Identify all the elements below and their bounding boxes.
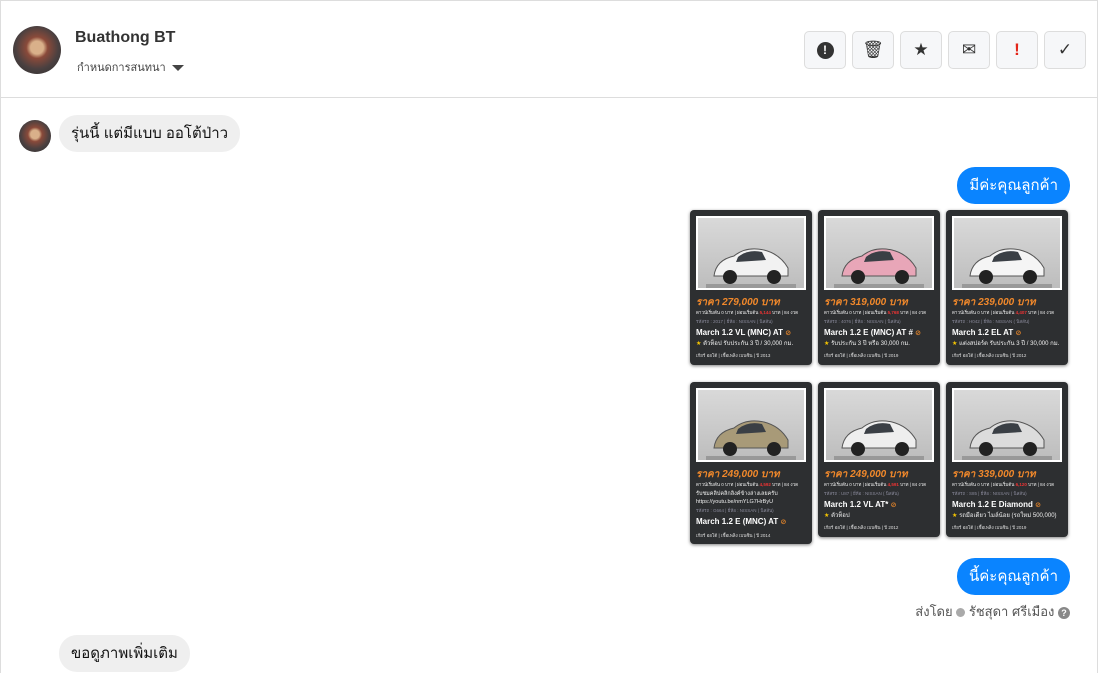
star-icon: ★ (913, 40, 929, 59)
car-image (962, 248, 1052, 288)
conversation-settings-dropdown[interactable]: กำหนดการสนทนา (77, 58, 184, 76)
car-specs: เกียร์ ออโต้ | เชื้อเพลิง เบนซิน | ปี 20… (696, 353, 771, 358)
car-price: ราคา 339,000 บาท (952, 469, 1036, 480)
car-photo (696, 216, 806, 290)
car-specs: เกียร์ ออโต้ | เชื้อเพลิง เบนซิน | ปี 20… (952, 525, 1027, 530)
car-payment: ดาวน์เริ่มต้น 0 บาท | ผ่อนเริ่มต้น 5,768… (824, 310, 927, 315)
conversation-header: Buathong BT กำหนดการสนทนา ! 🗑 ★ ✉! ✓ (0, 0, 1098, 98)
trash-icon: 🗑 (862, 40, 884, 59)
car-price: ราคา 249,000 บาท (824, 469, 908, 480)
car-card[interactable]: ราคา 239,000 บาท ดาวน์เริ่มต้น 0 บาท | ผ… (946, 210, 1068, 365)
car-video-link[interactable]: รับชมคลิปคลิกลิงค์ข้างล่างเลยครับ https:… (696, 490, 806, 507)
car-price: ราคา 279,000 บาท (696, 297, 780, 308)
car-photo (696, 388, 806, 462)
caret-down-icon (171, 65, 184, 72)
car-note: ★ รถมือเดียว ไมล์น้อย (รถใหม่ 500,000) (952, 513, 1057, 519)
outgoing-message: มีค่ะคุณลูกค้า (957, 167, 1070, 204)
car-specs: เกียร์ ออโต้ | เชื้อเพลิง เบนซิน | ปี 20… (824, 353, 899, 358)
car-tags: รหัสรถ : U87 | ยี่ห้อ : NISSAN ( นิสสัน) (824, 490, 899, 496)
car-payment: ดาวน์เริ่มต้น 0 บาท | ผ่อนเริ่มต้น 6,120… (952, 482, 1055, 487)
car-image (834, 248, 924, 288)
star-button[interactable]: ★ (900, 31, 942, 69)
outgoing-message: นี้ค่ะคุณลูกค้า (956, 558, 1070, 595)
car-title[interactable]: March 1.2 E Diamond ⊘ (952, 499, 1062, 512)
car-payment: ดาวน์เริ่มต้น 0 บาท | ผ่อนเริ่มต้น 4,591… (824, 482, 927, 487)
car-photo (952, 216, 1062, 290)
exclamation-icon: ! (1014, 40, 1020, 59)
help-icon[interactable]: ? (1058, 607, 1070, 619)
incoming-message: ขอดูภาพเพิ่มเติม (59, 635, 190, 672)
envelope-icon: ✉ (961, 40, 977, 59)
car-title[interactable]: March 1.2 VL (MNC) AT ⊘ (696, 327, 806, 340)
car-card[interactable]: ราคา 249,000 บาท ดาวน์เริ่มต้น 0 บาท | ผ… (690, 382, 812, 545)
mail-button[interactable]: ✉ (948, 31, 990, 69)
car-tags: รหัสรถ : 4076 | ยี่ห้อ : NISSAN ( นิสสัน… (824, 318, 901, 324)
alert-button[interactable]: ! (804, 31, 846, 69)
car-price: ราคา 319,000 บาท (824, 297, 908, 308)
car-note: ★ ตัวท็อป (824, 513, 850, 519)
car-tags: รหัสรถ : G664 | ยี่ห้อ : NISSAN ( นิสสัน… (696, 508, 774, 514)
sender-avatar (19, 120, 51, 152)
car-payment: ดาวน์เริ่มต้น 0 บาท | ผ่อนเริ่มต้น 4,407… (952, 310, 1055, 315)
delete-button[interactable]: 🗑 (852, 31, 894, 69)
contact-avatar[interactable] (13, 26, 61, 74)
important-button[interactable]: ! (996, 31, 1038, 69)
sent-by-label: ส่งโดย (915, 604, 953, 619)
car-photo (824, 216, 934, 290)
car-card[interactable]: ราคา 339,000 บาท ดาวน์เริ่มต้น 0 บาท | ผ… (946, 382, 1068, 537)
car-card[interactable]: ราคา 279,000 บาท ดาวน์เริ่มต้น 0 บาท | ผ… (690, 210, 812, 365)
car-image (706, 248, 796, 288)
car-card[interactable]: ราคา 319,000 บาท ดาวน์เริ่มต้น 0 บาท | ผ… (818, 210, 940, 365)
alert-circle-icon: ! (816, 41, 834, 59)
car-note: ★ ตัวท็อป รับประกัน 3 ปี / 30,000 กม. (696, 341, 794, 347)
car-tags: รหัสรถ : H042 | ยี่ห้อ : NISSAN ( นิสสัน… (952, 318, 1030, 324)
incoming-message: รุ่นนี้ แต่มีแบบ ออโต้ป่าว (59, 115, 241, 152)
car-payment: ดาวน์เริ่มต้น 0 บาท | ผ่อนเริ่มต้น 4,592… (696, 482, 799, 487)
done-button[interactable]: ✓ (1044, 31, 1086, 69)
car-price: ราคา 249,000 บาท (696, 469, 780, 480)
car-price: ราคา 239,000 บาท (952, 297, 1036, 308)
car-photo (952, 388, 1062, 462)
sent-by-name: รัชสุดา ศรีเมือง (968, 604, 1055, 619)
car-tags: รหัสรถ : S85 | ยี่ห้อ : NISSAN ( นิสสัน) (952, 490, 1027, 496)
car-specs: เกียร์ ออโต้ | เชื้อเพลิง เบนซิน | ปี 20… (824, 525, 899, 530)
contact-name: Buathong BT (75, 29, 176, 46)
car-specs: เกียร์ ออโต้ | เชื้อเพลิง เบนซิน | ปี 20… (952, 353, 1027, 358)
car-title[interactable]: March 1.2 E (MNC) AT ⊘ (696, 516, 806, 529)
car-payment: ดาวน์เริ่มต้น 0 บาท | ผ่อนเริ่มต้น 5,144… (696, 310, 799, 315)
car-note: ★ แต่งสปอร์ต รับประกัน 3 ปี / 30,000 กม. (952, 341, 1060, 347)
header-actions: ! 🗑 ★ ✉! ✓ (804, 31, 1086, 69)
car-image (834, 420, 924, 460)
car-title[interactable]: March 1.2 EL AT ⊘ (952, 327, 1062, 340)
car-tags: รหัสรถ : 2017 | ยี่ห้อ : NISSAN ( นิสสัน… (696, 318, 773, 324)
car-photo (824, 388, 934, 462)
car-card[interactable]: ราคา 249,000 บาท ดาวน์เริ่มต้น 0 บาท | ผ… (818, 382, 940, 537)
car-image (962, 420, 1052, 460)
car-note: ★ รับประกัน 3 ปี หรือ 30,000 กม. (824, 341, 910, 347)
car-title[interactable]: March 1.2 VL AT* ⊘ (824, 499, 934, 512)
car-specs: เกียร์ ออโต้ | เชื้อเพลิง เบนซิน | ปี 20… (696, 532, 771, 538)
sent-by-info: ส่งโดย รัชสุดา ศรีเมือง ? (915, 601, 1070, 622)
check-icon: ✓ (1057, 40, 1073, 59)
car-title[interactable]: March 1.2 E (MNC) AT # ⊘ (824, 327, 934, 340)
car-image (706, 420, 796, 460)
conversation-settings-label: กำหนดการสนทนา (77, 62, 166, 74)
agent-status-icon (956, 608, 966, 618)
